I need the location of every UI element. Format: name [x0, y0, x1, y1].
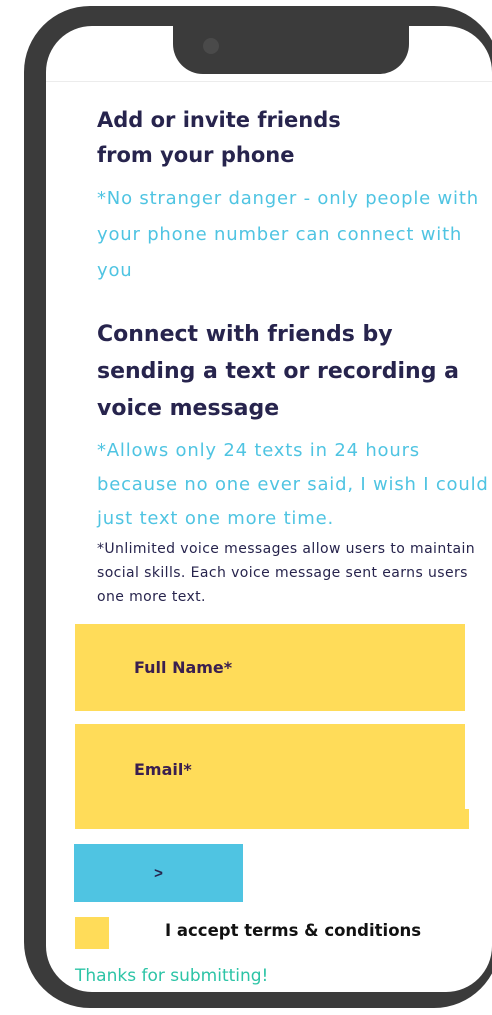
section-title-connect: Connect with friends by sending a text o… [97, 322, 459, 421]
terms-label: I accept terms & conditions [165, 921, 422, 940]
privacy-note: *No stranger danger - only people with y… [97, 188, 479, 281]
email-field[interactable]: Email* [75, 724, 465, 829]
thanks-message: Thanks for submitting! [75, 966, 269, 986]
submit-button[interactable]: > [74, 844, 243, 902]
terms-checkbox[interactable] [75, 917, 109, 949]
camera-icon [203, 38, 219, 54]
full-name-label: Full Name* [134, 658, 233, 677]
section-title-invite: Add or invite friends from your phone [97, 108, 341, 167]
email-label: Email* [134, 760, 192, 779]
divider [46, 81, 492, 82]
full-name-field[interactable]: Full Name* [75, 624, 465, 711]
voice-message-fine-print: *Unlimited voice messages allow users to… [97, 541, 476, 605]
phone-frame: Add or invite friends from your phone *N… [24, 6, 492, 1008]
text-limit-note: *Allows only 24 texts in 24 hours becaus… [97, 440, 489, 529]
phone-notch [173, 26, 409, 74]
